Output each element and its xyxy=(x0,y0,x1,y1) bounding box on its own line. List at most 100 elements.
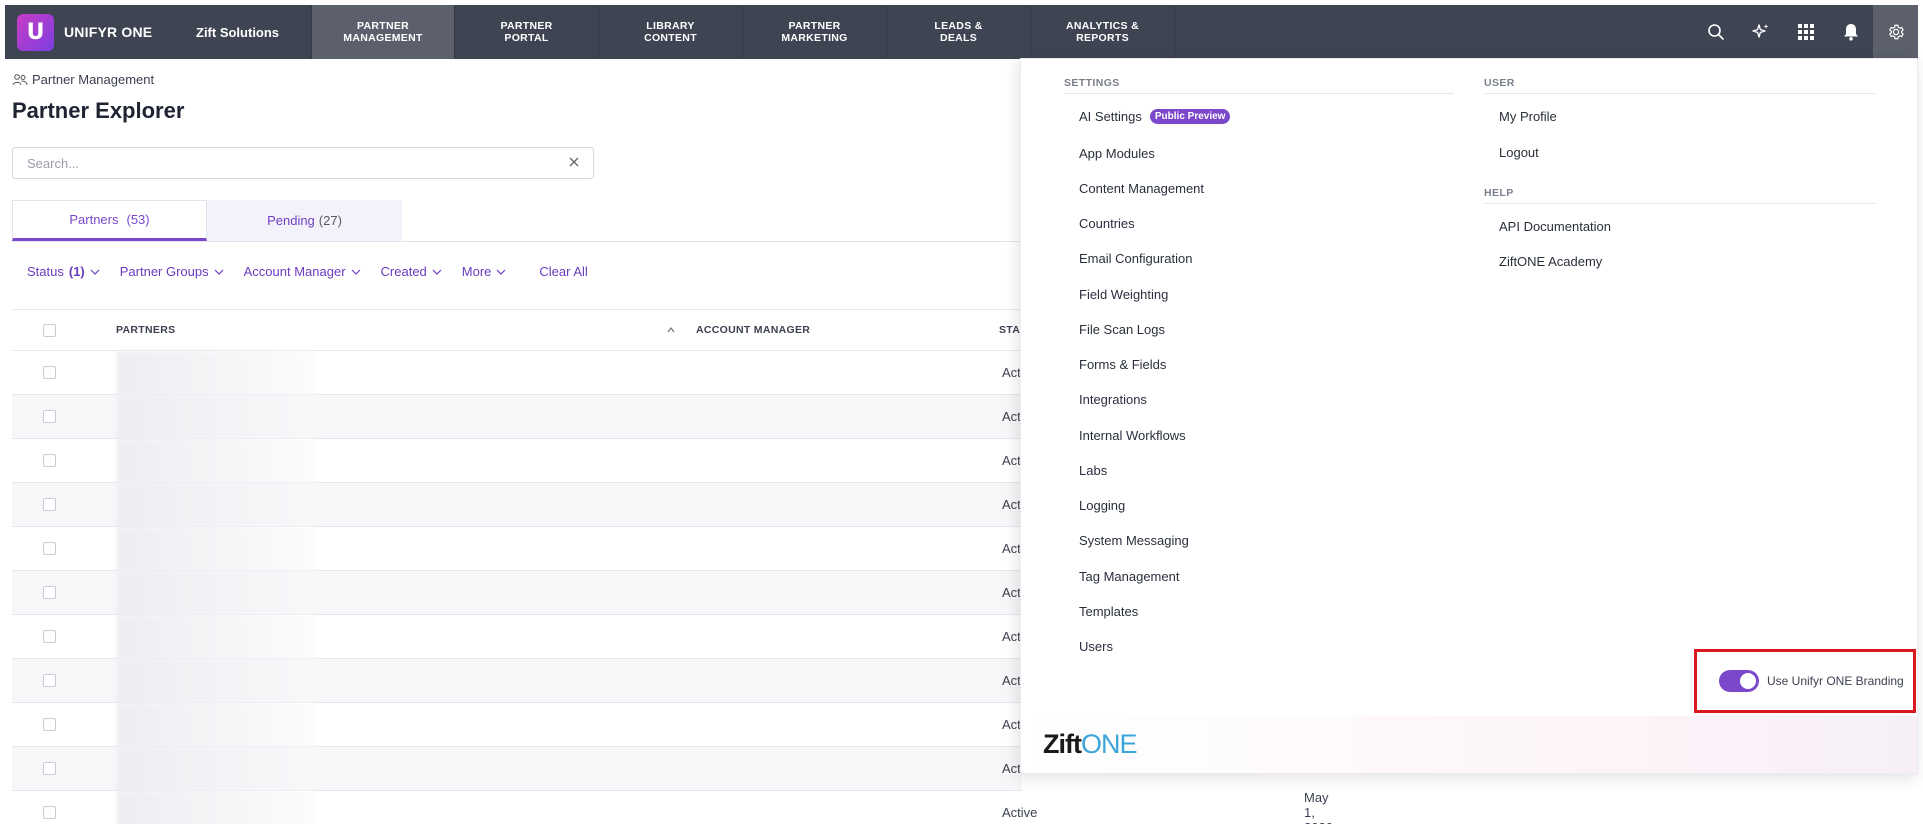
row-checkbox[interactable] xyxy=(43,674,56,687)
menu-item-system-messaging[interactable]: System Messaging xyxy=(1079,533,1189,548)
table-row[interactable]: Act xyxy=(12,614,1022,659)
menu-item-file-scan-logs[interactable]: File Scan Logs xyxy=(1079,322,1165,337)
org-switcher[interactable]: Zift Solutions xyxy=(171,5,311,59)
row-checkbox[interactable] xyxy=(43,762,56,775)
table-row[interactable]: Act xyxy=(12,570,1022,615)
filter-created[interactable]: Created xyxy=(381,264,442,279)
status-cell: Act xyxy=(1002,585,1021,600)
row-checkbox[interactable] xyxy=(43,454,56,467)
table-row[interactable]: Act xyxy=(12,438,1022,483)
menu-item-email-configuration[interactable]: Email Configuration xyxy=(1079,251,1192,266)
column-header-account-manager[interactable]: ACCOUNT MANAGER xyxy=(696,324,810,336)
table-row[interactable]: Act xyxy=(12,746,1022,791)
table-row[interactable]: Act xyxy=(12,526,1022,571)
menu-item-api-documentation[interactable]: API Documentation xyxy=(1499,219,1611,234)
ai-sparkle-icon[interactable] xyxy=(1738,5,1783,59)
status-cell: Active xyxy=(1002,805,1038,820)
filter-account-manager[interactable]: Account Manager xyxy=(244,264,361,279)
filter-status[interactable]: Status (1) xyxy=(27,264,100,279)
status-cell: Act xyxy=(1002,761,1021,776)
branding-toggle[interactable] xyxy=(1719,670,1759,692)
divider xyxy=(1484,93,1876,94)
table-row[interactable]: Act xyxy=(12,394,1022,439)
nav-tab-label: MANAGEMENT xyxy=(343,32,423,44)
filter-partner-groups[interactable]: Partner Groups xyxy=(120,264,224,279)
chevron-down-icon xyxy=(432,269,442,275)
bell-icon[interactable] xyxy=(1828,5,1873,59)
divider xyxy=(1064,93,1454,94)
select-all-checkbox[interactable] xyxy=(43,323,56,337)
table-row[interactable]: Act xyxy=(12,658,1022,703)
tab-partners[interactable]: Partners (53) xyxy=(12,200,207,241)
table-row[interactable]: Act xyxy=(12,482,1022,527)
status-cell: Act xyxy=(1002,717,1021,732)
nav-tab-label: MARKETING xyxy=(781,32,848,44)
sort-up-icon[interactable] xyxy=(667,327,675,333)
menu-item-logging[interactable]: Logging xyxy=(1079,498,1125,513)
filter-label: Status xyxy=(27,264,64,279)
menu-item-tag-management[interactable]: Tag Management xyxy=(1079,569,1179,584)
row-checkbox[interactable] xyxy=(43,498,56,511)
nav-tab-analytics-reports[interactable]: ANALYTICS & REPORTS xyxy=(1031,5,1175,59)
menu-item-internal-workflows[interactable]: Internal Workflows xyxy=(1079,428,1186,443)
nav-tab-library-content[interactable]: LIBRARY CONTENT xyxy=(599,5,743,59)
column-header-status[interactable]: STA xyxy=(999,324,1020,336)
filter-label: Created xyxy=(380,264,427,279)
row-checkbox[interactable] xyxy=(43,806,56,819)
nav-tab-partner-marketing[interactable]: PARTNER MARKETING xyxy=(743,5,887,59)
table-row[interactable]: Act xyxy=(12,350,1022,395)
menu-item-ai-settings[interactable]: AI Settings Public Preview xyxy=(1079,109,1231,124)
status-cell: Act xyxy=(1002,409,1021,424)
menu-item-forms-fields[interactable]: Forms & Fields xyxy=(1079,357,1166,372)
menu-item-logout[interactable]: Logout xyxy=(1499,145,1539,160)
menu-item-my-profile[interactable]: My Profile xyxy=(1499,109,1557,124)
row-checkbox[interactable] xyxy=(43,542,56,555)
menu-item-users[interactable]: Users xyxy=(1079,639,1113,654)
filter-bar: Status (1) Partner Groups Account Manage… xyxy=(27,264,588,279)
menu-item-ziftone-academy[interactable]: ZiftONE Academy xyxy=(1499,254,1602,269)
row-checkbox[interactable] xyxy=(43,366,56,379)
filter-more[interactable]: More xyxy=(462,264,507,279)
partner-name-redacted xyxy=(117,658,317,703)
row-checkbox[interactable] xyxy=(43,586,56,599)
row-checkbox[interactable] xyxy=(43,718,56,731)
gear-icon[interactable] xyxy=(1873,5,1918,59)
branding-toggle-label: Use Unifyr ONE Branding xyxy=(1767,674,1904,688)
chevron-down-icon xyxy=(351,269,360,275)
nav-tab-partner-portal[interactable]: PARTNER PORTAL xyxy=(455,5,599,59)
brand[interactable]: U UNIFYR ONE xyxy=(5,5,171,59)
nav-tab-label: LIBRARY xyxy=(646,20,695,32)
row-checkbox[interactable] xyxy=(43,630,56,643)
filter-label: Partner Groups xyxy=(119,264,209,279)
nav-tab-label: PARTNER xyxy=(356,20,410,32)
clear-all-button[interactable]: Clear All xyxy=(539,264,587,279)
menu-item-integrations[interactable]: Integrations xyxy=(1079,392,1147,407)
nav-tab-leads-deals[interactable]: LEADS & DEALS xyxy=(887,5,1031,59)
search-input[interactable] xyxy=(27,155,547,171)
branding-toggle-highlight: Use Unifyr ONE Branding xyxy=(1694,649,1916,713)
partner-tabs: Partners (53) Pending (27) xyxy=(12,200,402,241)
search-box[interactable] xyxy=(12,147,594,179)
menu-item-field-weighting[interactable]: Field Weighting xyxy=(1079,287,1168,302)
row-checkbox[interactable] xyxy=(43,410,56,423)
apps-grid-icon[interactable] xyxy=(1783,5,1828,59)
search-icon[interactable] xyxy=(1693,5,1738,59)
panel-footer: ZiftONE xyxy=(1021,716,1917,773)
nav-tab-label: PARTNER xyxy=(788,20,841,32)
column-header-partners[interactable]: PARTNERS xyxy=(116,324,175,336)
status-cell: Act xyxy=(1002,453,1021,468)
partner-name-redacted xyxy=(117,438,317,483)
table-header: PARTNERS ACCOUNT MANAGER STA xyxy=(12,309,1022,351)
menu-item-countries[interactable]: Countries xyxy=(1079,216,1135,231)
menu-item-labs[interactable]: Labs xyxy=(1079,463,1107,478)
menu-item-content-management[interactable]: Content Management xyxy=(1079,181,1204,196)
table-row[interactable]: Act xyxy=(12,702,1022,747)
clear-search-icon[interactable] xyxy=(569,154,579,172)
menu-item-app-modules[interactable]: App Modules xyxy=(1079,146,1155,161)
tab-pending[interactable]: Pending (27) xyxy=(207,200,402,241)
nav-tab-partner-management[interactable]: PARTNER MANAGEMENT xyxy=(311,5,455,59)
breadcrumb[interactable]: Partner Management xyxy=(12,72,154,87)
chevron-down-icon xyxy=(496,269,506,275)
menu-item-templates[interactable]: Templates xyxy=(1079,604,1138,619)
table-row[interactable]: Active May 1, 2020 xyxy=(12,790,1333,824)
